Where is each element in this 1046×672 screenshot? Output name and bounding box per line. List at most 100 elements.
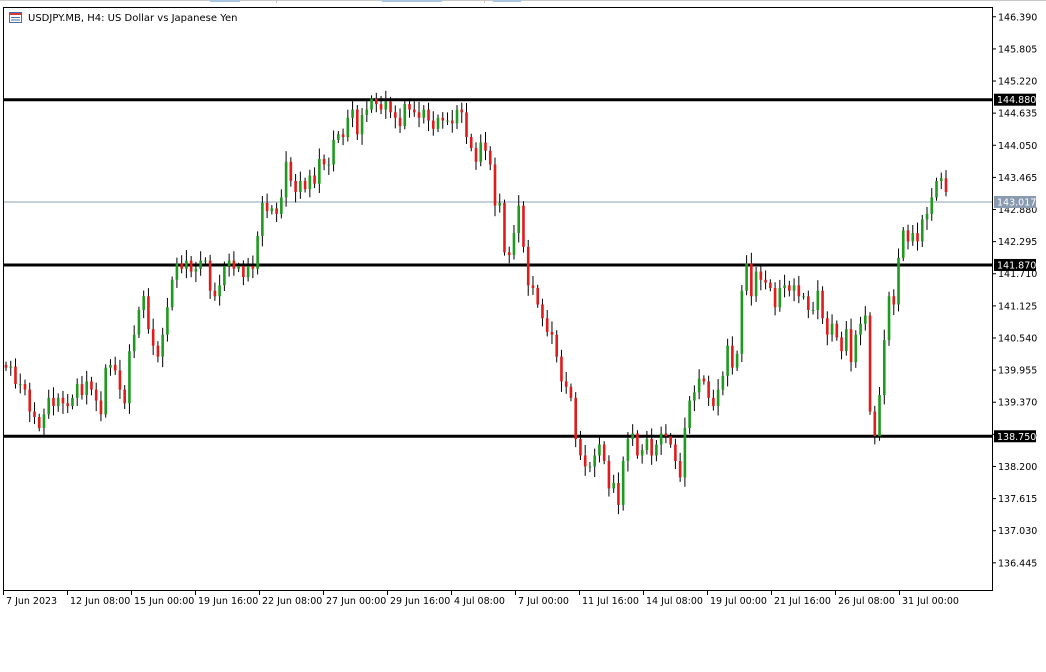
bull-candle-body <box>360 115 364 135</box>
bear-candle-body <box>156 345 160 357</box>
bear-candle-body <box>583 455 587 467</box>
price-tick-label: 141.125 <box>998 301 1037 312</box>
time-tick-label: 11 Jul 16:00 <box>582 596 639 607</box>
bear-candle-body <box>208 260 212 291</box>
time-axis[interactable]: 7 Jun 2023 12 Jun 08:00 15 Jun 00:00 19 Jun… <box>3 590 959 607</box>
price-tick-label: 145.805 <box>998 44 1037 55</box>
price-tick-label: 140.540 <box>998 333 1037 344</box>
candle <box>536 284 540 308</box>
bear-candle-body <box>341 134 345 138</box>
time-tick-label: 4 Jul 08:00 <box>454 596 505 607</box>
candle <box>522 201 525 253</box>
bear-candle-body <box>275 208 278 214</box>
bear-candle-body <box>113 364 117 371</box>
candle <box>868 312 872 415</box>
bull-candle-body <box>132 334 136 352</box>
bear-candle-body <box>417 112 421 118</box>
bear-candle-body <box>545 318 549 332</box>
bear-candle-body <box>294 180 297 192</box>
bear-candle-body <box>868 315 872 412</box>
bear-candle-body <box>650 439 653 456</box>
bull-candle-body <box>327 164 331 166</box>
bull-candle-body <box>640 449 644 456</box>
bull-candle-body <box>137 309 141 335</box>
bull-candle-body <box>930 197 934 214</box>
bear-candle-body <box>674 444 677 461</box>
bear-candle-body <box>773 288 777 308</box>
bull-candle-body <box>683 428 687 478</box>
bear-candle-body <box>408 104 411 110</box>
bull-candle-body <box>318 158 321 184</box>
plot-frame <box>3 7 993 591</box>
bull-candle-body <box>223 266 226 286</box>
bull-candle-body <box>422 109 426 118</box>
bull-candle-body <box>688 400 691 429</box>
bull-candle-body <box>109 364 112 368</box>
bull-candle-body <box>626 439 630 461</box>
time-tick-label: 26 Jul 08:00 <box>838 596 895 607</box>
bear-candle-body <box>23 384 27 390</box>
bull-candle-body <box>882 340 886 396</box>
bull-candle-body <box>351 109 354 118</box>
bear-candle-body <box>493 164 497 206</box>
bull-candle-body <box>227 260 231 267</box>
bear-candle-body <box>28 389 32 412</box>
bull-candle-body <box>104 367 107 415</box>
bear-candle-body <box>669 436 672 445</box>
bear-candle-body <box>33 411 36 418</box>
candle <box>621 456 625 511</box>
bear-candle-body <box>712 397 715 407</box>
bull-candle-body <box>735 353 739 368</box>
bear-candle-body <box>607 460 611 489</box>
bull-candle-body <box>42 414 46 429</box>
bear-candle-body <box>555 334 559 357</box>
bull-candle-body <box>18 384 22 386</box>
bear-candle-body <box>564 381 568 387</box>
bull-candle-body <box>284 161 288 198</box>
bull-candle-body <box>911 233 915 242</box>
price-tick-label: 138.200 <box>998 462 1037 473</box>
chart-title: USDJPY.MB, H4: US Dollar vs Japanese Yen <box>28 13 237 24</box>
bull-candle-body <box>299 180 302 192</box>
bull-candle-body <box>246 266 250 278</box>
bull-candle-body <box>185 260 188 269</box>
bull-candle-body <box>887 296 891 341</box>
candle <box>104 364 107 418</box>
bear-candle-body <box>379 104 383 110</box>
bear-candle-body <box>52 397 55 407</box>
bear-candle-body <box>541 304 544 319</box>
bull-candle-body <box>256 235 259 269</box>
bull-candle-body <box>308 175 312 190</box>
bull-candle-body <box>512 233 516 256</box>
bear-candle-body <box>80 384 84 396</box>
time-tick-label: 12 Jun 08:00 <box>70 596 130 607</box>
level-price-label: 141.870 <box>997 260 1036 271</box>
bull-candle-body <box>498 202 502 206</box>
bear-candle-body <box>251 266 255 269</box>
bull-candle-body <box>655 444 658 456</box>
bear-candle-body <box>90 381 93 390</box>
bull-candle-body <box>854 334 858 363</box>
bear-candle-body <box>322 158 326 165</box>
bull-candle-body <box>403 104 407 127</box>
bear-candle-body <box>906 230 910 242</box>
bear-candle-body <box>840 337 843 352</box>
bull-candle-body <box>830 323 834 335</box>
bear-candle-body <box>849 329 853 363</box>
bear-candle-body <box>94 389 98 401</box>
bull-candle-body <box>612 482 615 489</box>
bull-candle-body <box>337 134 340 140</box>
bull-candle-body <box>697 378 701 393</box>
time-tick-label: 7 Jul 00:00 <box>518 596 569 607</box>
bear-candle-body <box>769 282 772 289</box>
bear-candle-body <box>14 366 17 385</box>
bear-candle-body <box>526 246 530 286</box>
price-tick-label: 144.635 <box>998 109 1037 120</box>
bull-candle-body <box>816 290 820 310</box>
bear-candle-body <box>797 285 801 297</box>
bull-candle-body <box>446 120 449 122</box>
price-tick-label: 142.295 <box>998 237 1037 248</box>
bear-candle-body <box>664 433 668 437</box>
bear-candle-body <box>393 112 397 118</box>
price-chart[interactable]: USDJPY.MB, H4: US Dollar vs Japanese Yen… <box>0 0 1046 672</box>
